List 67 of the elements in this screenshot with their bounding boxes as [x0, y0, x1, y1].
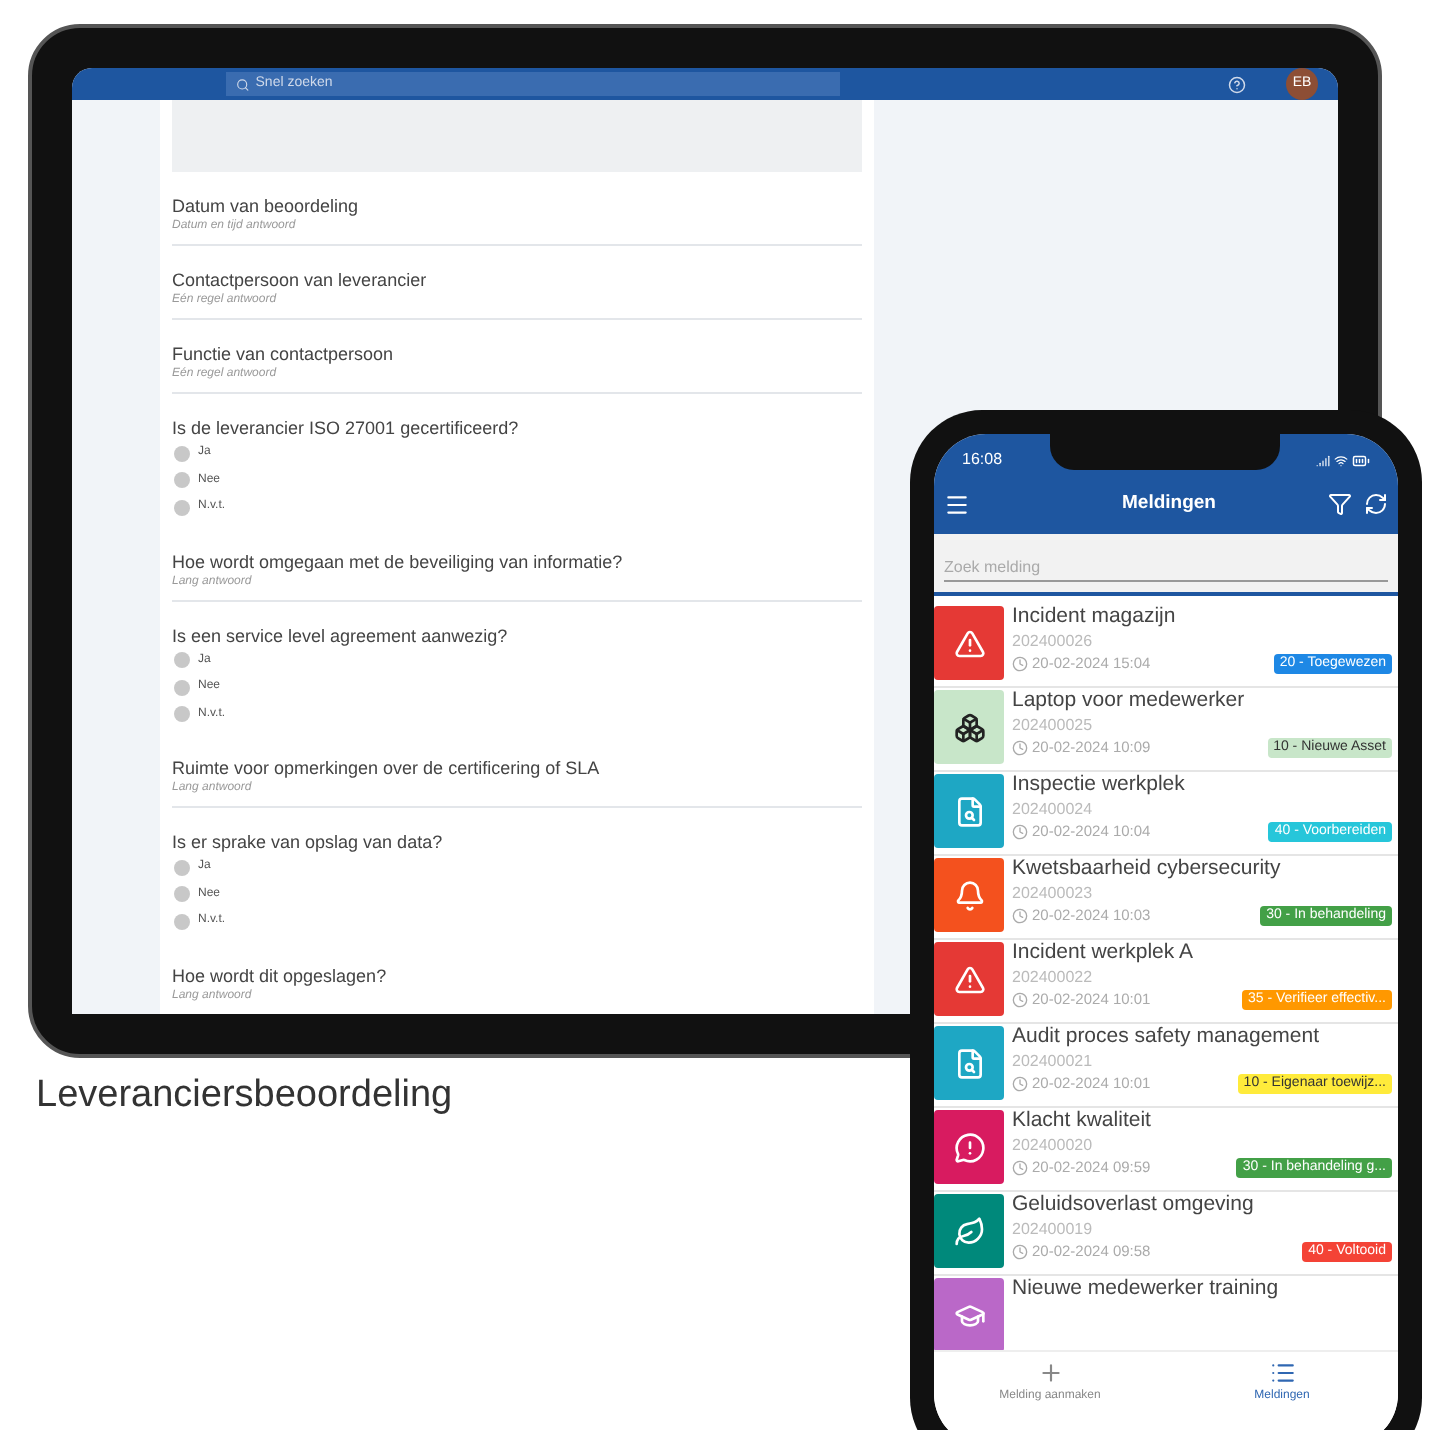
question-label: Hoe wordt dit opgeslagen?: [172, 965, 389, 987]
radio-button[interactable]: [174, 859, 190, 876]
clock-icon: [1012, 823, 1028, 840]
document-search-icon: [953, 1047, 985, 1079]
question-label: Hoe wordt omgegaan met de beveiliging van informatie?: [172, 551, 625, 573]
item-number: 202400025: [1012, 714, 1095, 736]
screen-title: Meldingen: [1120, 489, 1218, 518]
bell-icon: [953, 879, 985, 911]
question-label: Is er sprake van opslag van data?: [172, 832, 445, 854]
search-icon: [236, 77, 250, 91]
wifi-icon: [1334, 453, 1348, 467]
item-number: 202400023: [1012, 882, 1095, 904]
clock-icon: [1012, 739, 1028, 756]
clock-icon: [1012, 1243, 1028, 1260]
question-label: Is een service level agreement aanwezig?: [172, 625, 510, 647]
item-number: 202400019: [1012, 1218, 1095, 1240]
help-icon[interactable]: [1228, 75, 1246, 93]
question-label: Is de leverancier ISO 27001 gecertificeerd?: [172, 418, 521, 440]
item-title[interactable]: Nieuwe medewerker training: [1012, 1276, 1392, 1302]
radio-button[interactable]: [174, 913, 190, 930]
question-label: Functie van contactpersoon: [172, 344, 396, 366]
boxes-icon: [953, 711, 985, 743]
question-label: Datum van beoordeling: [172, 196, 361, 218]
item-number: 202400026: [1012, 630, 1095, 652]
item-title[interactable]: Audit proces safety management: [1012, 1024, 1392, 1050]
item-number: 202400020: [1012, 1134, 1095, 1156]
menu-icon[interactable]: [944, 491, 970, 517]
speech-bubble-icon: [953, 1131, 985, 1163]
graduation-cap-icon: [953, 1299, 985, 1331]
item-number: 202400024: [1012, 798, 1095, 820]
radio-button[interactable]: [174, 652, 190, 669]
caption: Leveranciersbeoordeling: [36, 1072, 453, 1120]
search-input[interactable]: Zoek melding: [944, 554, 1388, 582]
refresh-icon[interactable]: [1364, 492, 1388, 516]
radio-button[interactable]: [174, 679, 190, 696]
filter-icon[interactable]: [1328, 492, 1352, 516]
status-time: 16:08: [962, 448, 1003, 472]
search-field[interactable]: Zoek melding: [934, 534, 1398, 596]
radio-button[interactable]: [174, 886, 190, 903]
list-icon: [1269, 1360, 1295, 1386]
item-title[interactable]: Kwetsbaarheid cybersecurity: [1012, 856, 1392, 882]
item-title[interactable]: Incident magazijn: [1012, 604, 1392, 630]
radio-button[interactable]: [174, 706, 190, 723]
warning-icon: [953, 627, 985, 659]
leaf-icon: [953, 1215, 985, 1247]
question-label: Ruimte voor opmerkingen over de certificering of SLA: [172, 758, 602, 780]
battery-icon: [1352, 451, 1370, 469]
warning-icon: [953, 963, 985, 995]
document-search-icon: [953, 795, 985, 827]
clock-icon: [1012, 1159, 1028, 1176]
item-title[interactable]: Inspectie werkplek: [1012, 772, 1392, 798]
item-title[interactable]: Geluidsoverlast omgeving: [1012, 1192, 1392, 1218]
item-number: 202400022: [1012, 966, 1095, 988]
radio-button[interactable]: [174, 472, 190, 489]
clock-icon: [1012, 907, 1028, 924]
item-title[interactable]: Klacht kwaliteit: [1012, 1108, 1392, 1134]
clock-icon: [1012, 655, 1028, 672]
clock-icon: [1012, 991, 1028, 1008]
clock-icon: [1012, 1075, 1028, 1092]
radio-button[interactable]: [174, 499, 190, 516]
radio-button[interactable]: [174, 445, 190, 462]
plus-icon: [1037, 1360, 1063, 1386]
item-title[interactable]: Laptop voor medewerker: [1012, 688, 1392, 714]
item-title[interactable]: Incident werkplek A: [1012, 940, 1392, 966]
question-label: Contactpersoon van leverancier: [172, 270, 429, 292]
signal-icon: [1316, 453, 1330, 467]
item-number: 202400021: [1012, 1050, 1095, 1072]
